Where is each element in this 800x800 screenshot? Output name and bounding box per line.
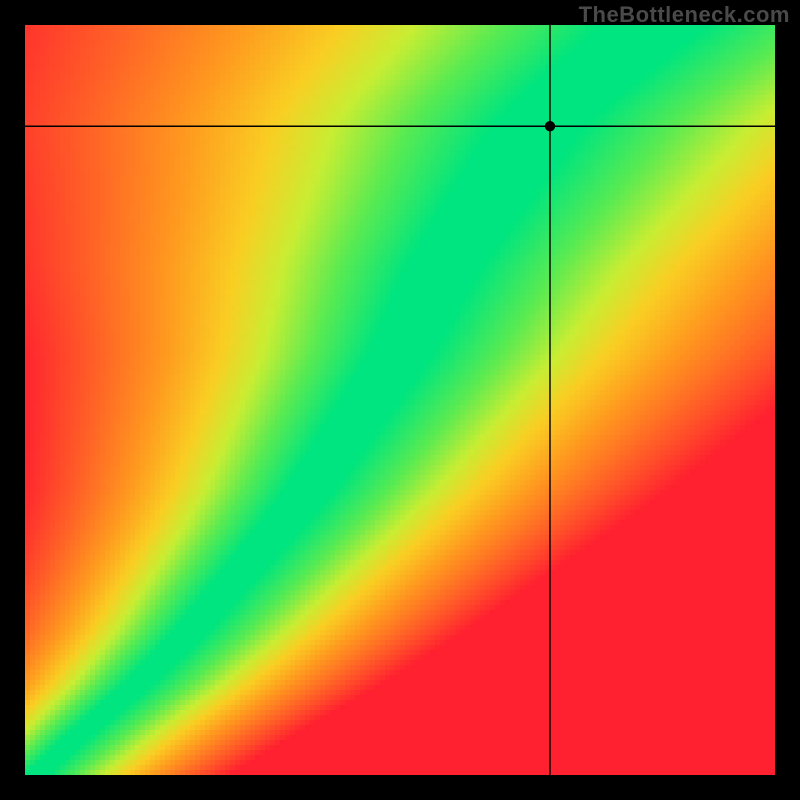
watermark-label: TheBottleneck.com (579, 2, 790, 28)
chart-container: TheBottleneck.com (0, 0, 800, 800)
heatmap-canvas (25, 25, 775, 775)
heatmap-plot (25, 25, 775, 775)
